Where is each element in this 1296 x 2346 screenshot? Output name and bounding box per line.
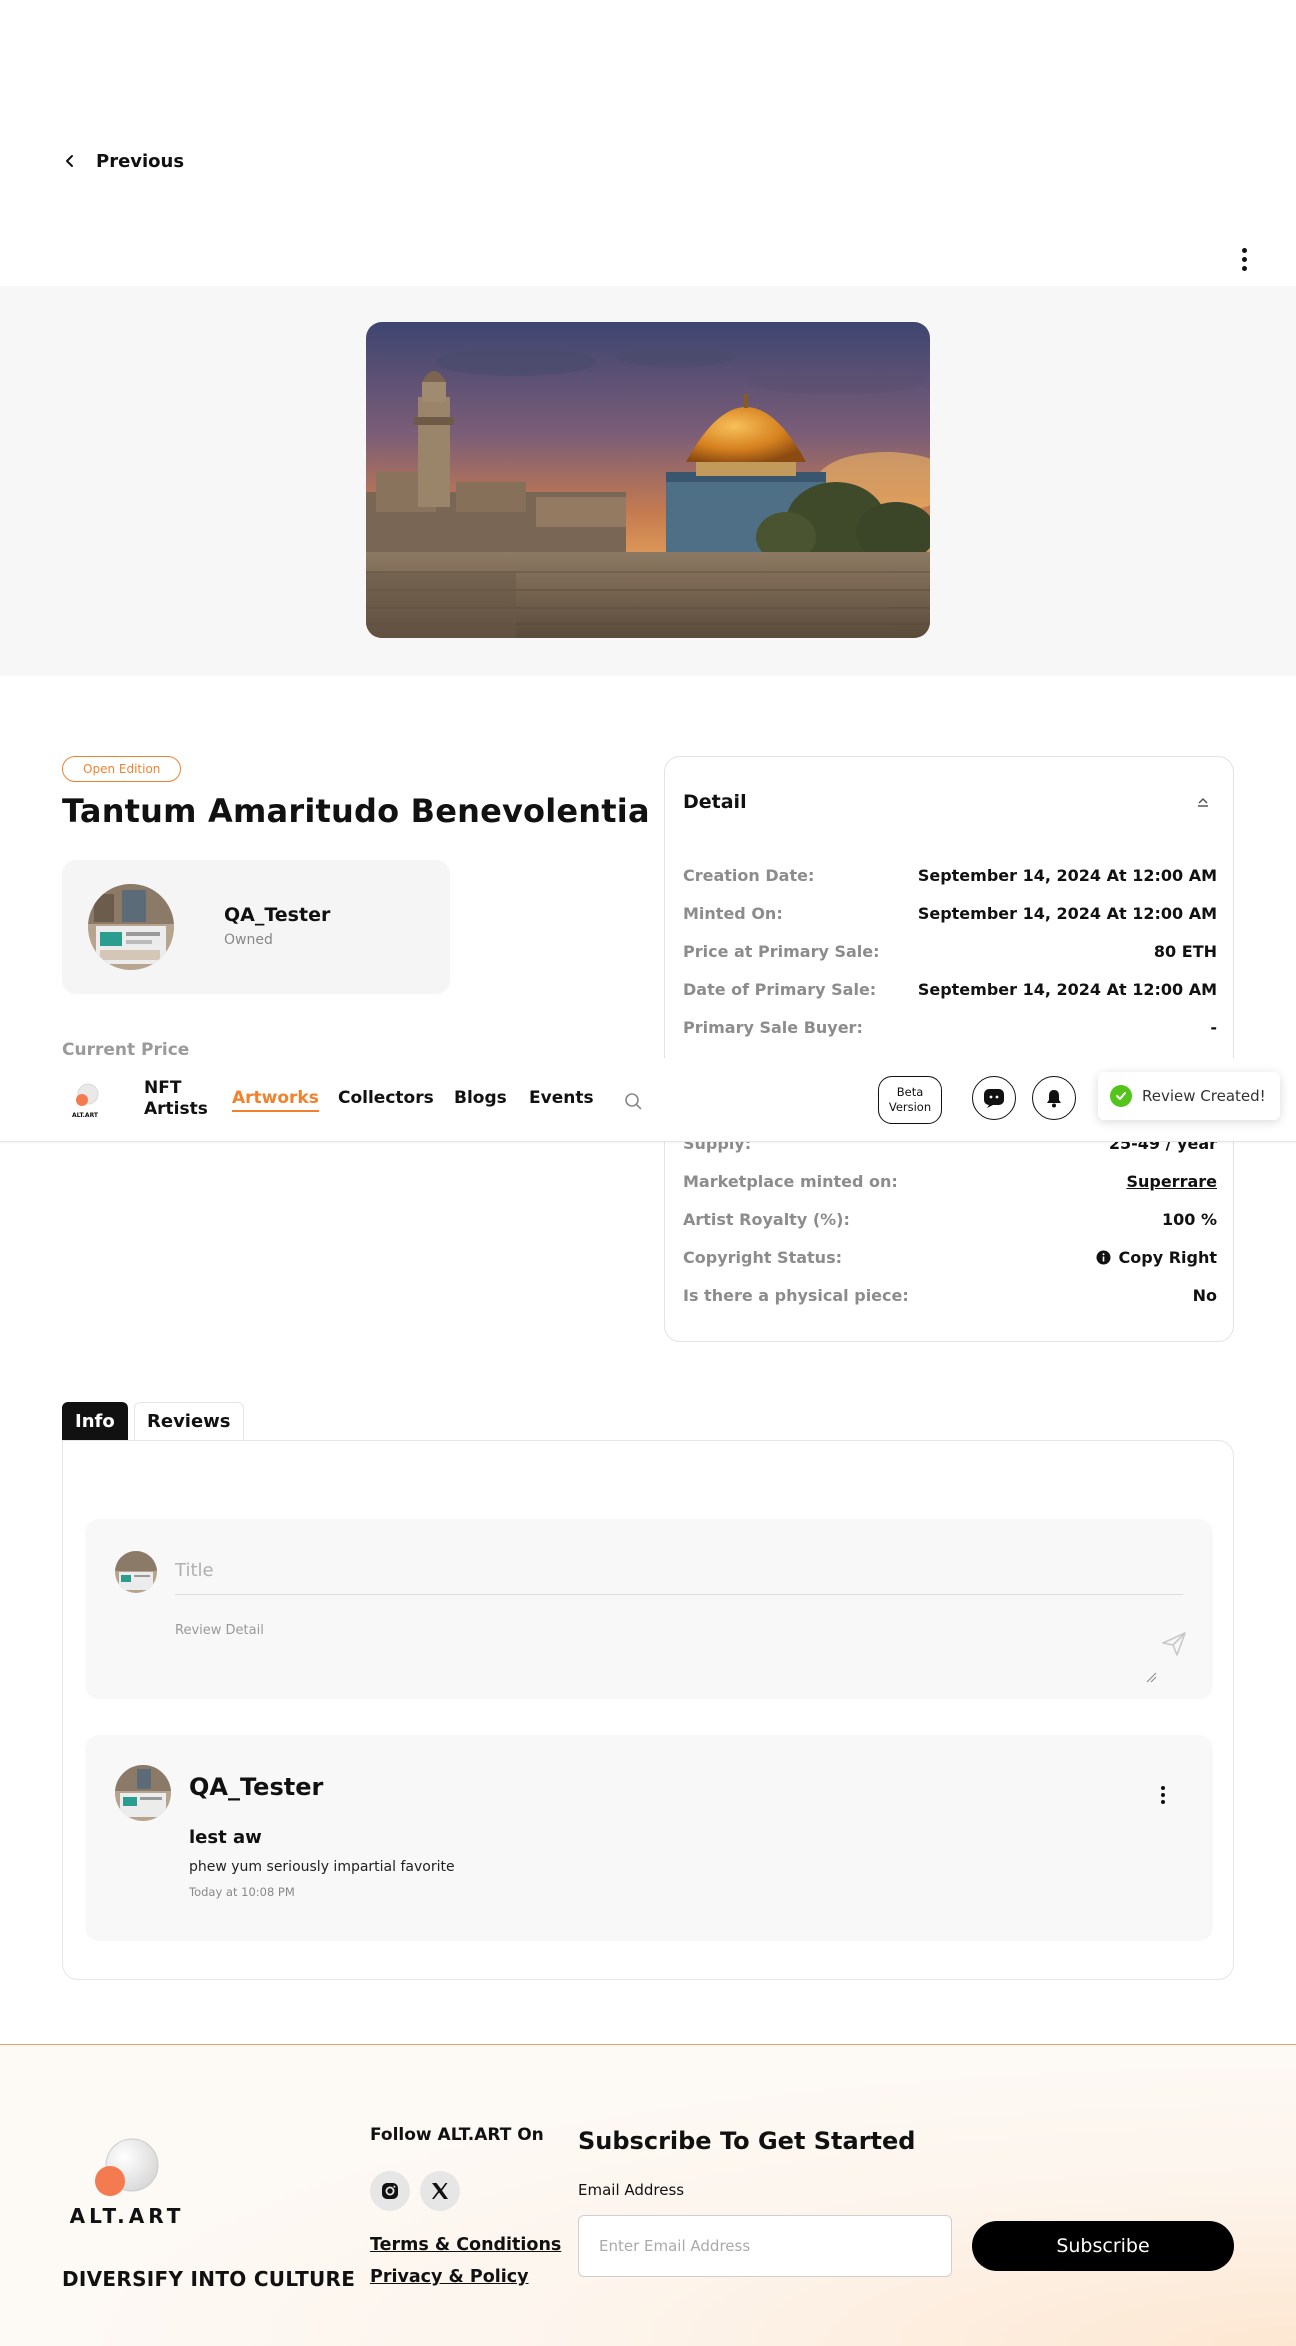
nav-nft-artists[interactable]: NFT Artists: [144, 1078, 214, 1120]
altart-logo-icon[interactable]: ALT.ART: [62, 1080, 108, 1120]
nav-events[interactable]: Events: [529, 1088, 594, 1109]
detail-value: September 14, 2024 At 12:00 AM: [917, 979, 1217, 999]
artwork-title: Tantum Amaritudo Benevolentia: [62, 792, 650, 830]
owner-status: Owned: [224, 932, 273, 948]
altart-logo-icon[interactable]: ALT.ART: [62, 2137, 192, 2227]
send-icon[interactable]: [1161, 1631, 1187, 1657]
instagram-button[interactable]: [370, 2171, 410, 2211]
review-body: phew yum seriously impartial favorite: [189, 1859, 455, 1875]
reviewer-avatar: [115, 1765, 171, 1821]
detail-card: Detail Creation Date: September 14, 2024…: [664, 756, 1234, 1342]
review-timestamp: Today at 10:08 PM: [189, 1885, 295, 1899]
owner-card[interactable]: QA_Tester Owned: [62, 860, 450, 994]
detail-row-physical-piece: Is there a physical piece: No: [683, 1283, 1217, 1307]
detail-value: Copy Right: [1118, 1247, 1217, 1267]
follow-heading: Follow ALT.ART On: [370, 2125, 544, 2145]
chat-icon: [984, 1089, 1004, 1108]
detail-row-primary-price: Price at Primary Sale: 80 ETH: [683, 939, 1217, 963]
footer: ALT.ART DIVERSIFY INTO CULTURE Follow AL…: [0, 2044, 1296, 2346]
review-created-toast: Review Created!: [1098, 1072, 1280, 1120]
detail-label: Artist Royalty (%):: [683, 1209, 850, 1229]
previous-button[interactable]: Previous: [62, 146, 184, 176]
marketplace-link[interactable]: Superrare: [1126, 1172, 1217, 1191]
detail-row-minted-on: Minted On: September 14, 2024 At 12:00 A…: [683, 901, 1217, 925]
beta-version-button[interactable]: Beta Version: [878, 1076, 942, 1124]
detail-label: Primary Sale Buyer:: [683, 1017, 863, 1037]
footer-tagline: DIVERSIFY INTO CULTURE: [62, 2267, 356, 2291]
detail-value: September 14, 2024 At 12:00 AM: [917, 903, 1217, 923]
search-icon[interactable]: [624, 1092, 642, 1110]
check-circle-icon: [1110, 1085, 1132, 1107]
detail-value: 100 %: [1162, 1209, 1217, 1229]
terms-link[interactable]: Terms & Conditions: [370, 2235, 561, 2255]
tab-info[interactable]: Info: [62, 1402, 128, 1440]
review-detail-input[interactable]: [175, 1623, 1149, 1671]
edition-badge: Open Edition: [62, 756, 182, 782]
nav-blogs[interactable]: Blogs: [454, 1088, 507, 1109]
detail-value: -: [1210, 1017, 1217, 1037]
detail-label: Marketplace minted on:: [683, 1171, 898, 1191]
nav-collectors[interactable]: Collectors: [338, 1088, 434, 1109]
notifications-button[interactable]: [1032, 1076, 1076, 1120]
footer-brand: ALT.ART: [70, 2204, 185, 2227]
bell-icon: [1047, 1090, 1061, 1108]
more-options-icon[interactable]: [1232, 244, 1256, 274]
email-input[interactable]: [578, 2215, 952, 2277]
detail-label: Is there a physical piece:: [683, 1285, 909, 1305]
reviews-panel: QA_Tester lest aw phew yum seriously imp…: [62, 1440, 1234, 1980]
detail-row-royalty: Artist Royalty (%): 100 %: [683, 1207, 1217, 1231]
detail-label: Creation Date:: [683, 865, 815, 885]
detail-row-marketplace: Marketplace minted on: Superrare: [683, 1169, 1217, 1193]
detail-title: Detail: [683, 791, 747, 813]
chat-button[interactable]: [972, 1076, 1016, 1120]
detail-label: Copyright Status:: [683, 1247, 842, 1267]
detail-row-primary-buyer: Primary Sale Buyer: -: [683, 1015, 1217, 1039]
owner-name: QA_Tester: [224, 904, 331, 926]
detail-label: Price at Primary Sale:: [683, 941, 880, 961]
x-logo-icon: [432, 2183, 448, 2199]
privacy-link[interactable]: Privacy & Policy: [370, 2267, 529, 2287]
current-price-label: Current Price: [62, 1040, 190, 1060]
detail-row-primary-date: Date of Primary Sale: September 14, 2024…: [683, 977, 1217, 1001]
info-icon: [1096, 1250, 1111, 1264]
review-title: lest aw: [189, 1827, 262, 1848]
reviewer-name: QA_Tester: [189, 1773, 324, 1801]
collapse-icon[interactable]: [1195, 793, 1211, 813]
detail-label: Date of Primary Sale:: [683, 979, 877, 999]
instagram-icon: [382, 2183, 398, 2199]
review-title-input[interactable]: [175, 1547, 1183, 1595]
tab-reviews[interactable]: Reviews: [134, 1402, 244, 1440]
copyright-value: Copy Right: [1096, 1248, 1217, 1267]
artwork-image[interactable]: [366, 322, 930, 638]
detail-label: Minted On:: [683, 903, 783, 923]
subscribe-button[interactable]: Subscribe: [972, 2221, 1234, 2271]
owner-avatar: [88, 884, 174, 970]
review-card: QA_Tester lest aw phew yum seriously imp…: [85, 1735, 1213, 1941]
detail-value: September 14, 2024 At 12:00 AM: [917, 865, 1217, 885]
previous-label: Previous: [96, 150, 185, 172]
email-label: Email Address: [578, 2181, 685, 2199]
svg-text:ALT.ART: ALT.ART: [72, 1112, 99, 1119]
x-twitter-button[interactable]: [420, 2171, 460, 2211]
nav-artworks[interactable]: Artworks: [232, 1088, 319, 1112]
detail-row-copyright: Copyright Status: Copy Right: [683, 1245, 1217, 1269]
user-avatar: [115, 1551, 157, 1593]
chevron-left-icon: [66, 155, 73, 167]
subscribe-heading: Subscribe To Get Started: [578, 2127, 916, 2155]
detail-value: No: [1192, 1285, 1217, 1305]
resize-handle-icon[interactable]: [1145, 1671, 1157, 1683]
detail-value: 80 ETH: [1153, 941, 1217, 961]
review-form: [85, 1519, 1213, 1699]
review-more-icon[interactable]: [1155, 1783, 1171, 1807]
toast-message: Review Created!: [1142, 1087, 1266, 1105]
detail-row-creation-date: Creation Date: September 14, 2024 At 12:…: [683, 863, 1217, 887]
